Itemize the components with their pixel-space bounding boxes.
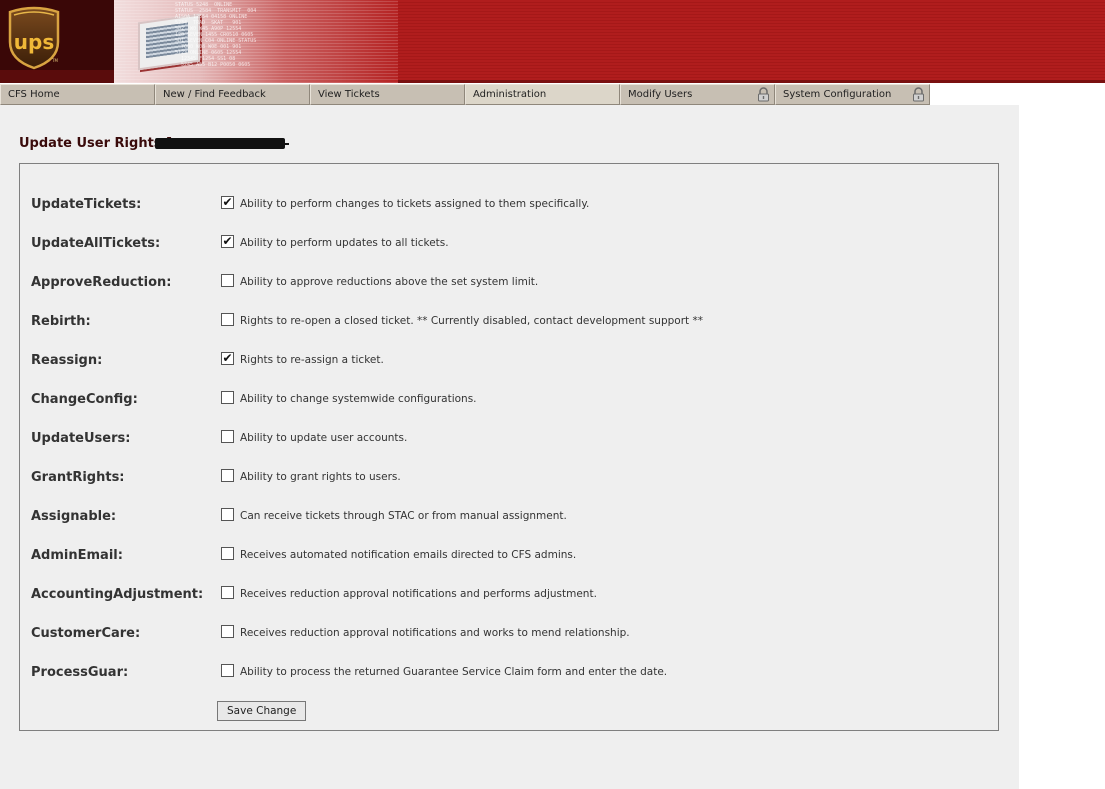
right-label: ProcessGuar: [31, 665, 129, 680]
logo-strip [0, 70, 114, 83]
right-description: Rights to re-open a closed ticket. ** Cu… [240, 315, 703, 327]
right-label: ApproveReduction: [31, 275, 172, 290]
right-label: UpdateAllTickets: [31, 236, 161, 251]
right-row-grant-rights: GrantRights: Ability to grant rights to … [20, 469, 998, 492]
tab-label: New / Find Feedback [163, 89, 266, 100]
right-checkbox[interactable]: ✔ [221, 352, 234, 365]
right-checkbox[interactable] [221, 547, 234, 560]
right-row-approve-reduction: ApproveReduction: Ability to approve red… [20, 274, 998, 297]
ups-logo-area: ups TM [0, 0, 114, 83]
right-row-rebirth: Rebirth: Rights to re-open a closed tick… [20, 313, 998, 336]
tab-label: Modify Users [628, 89, 693, 100]
tab-system-configuration[interactable]: System Configuration [775, 84, 930, 105]
right-checkbox[interactable] [221, 430, 234, 443]
right-row-customer-care: CustomerCare: Receives reduction approva… [20, 625, 998, 648]
lock-icon [913, 87, 924, 102]
right-checkbox[interactable] [221, 586, 234, 599]
tab-label: System Configuration [783, 89, 892, 100]
right-label: AccountingAdjustment: [31, 587, 204, 602]
right-row-update-users: UpdateUsers: Ability to update user acco… [20, 430, 998, 453]
right-description: Rights to re-assign a ticket. [240, 354, 384, 366]
tab-cfs-home[interactable]: CFS Home [0, 84, 155, 105]
save-change-button[interactable]: Save Change [217, 701, 307, 721]
right-description: Ability to approve reductions above the … [240, 276, 539, 288]
site-header: ups TM STATUS 5248 ONLINE STATUS 2584 TR… [0, 0, 1105, 83]
tab-modify-users[interactable]: Modify Users [620, 84, 775, 105]
svg-text:TM: TM [51, 58, 58, 63]
header-divider [398, 80, 1105, 83]
right-description: Receives automated notification emails d… [240, 549, 577, 561]
right-description: Ability to perform changes to tickets as… [240, 198, 590, 210]
tab-label: CFS Home [8, 89, 60, 100]
right-row-reassign: Reassign: ✔ Rights to re-assign a ticket… [20, 352, 998, 375]
right-row-admin-email: AdminEmail: Receives automated notificat… [20, 547, 998, 570]
banner-data-text: STATUS 5248 ONLINE STATUS 2584 TRANSMIT … [175, 2, 257, 68]
right-checkbox[interactable]: ✔ [221, 235, 234, 248]
tab-view-tickets[interactable]: View Tickets [310, 84, 465, 105]
right-row-update-tickets: UpdateTickets: ✔ Ability to perform chan… [20, 196, 998, 219]
right-row-process-guar: ProcessGuar: Ability to process the retu… [20, 664, 998, 687]
tab-administration[interactable]: Administration [465, 84, 620, 105]
tab-label: View Tickets [318, 89, 380, 100]
redacted-username [155, 138, 289, 149]
right-description: Receives reduction approval notification… [240, 588, 597, 600]
right-label: UpdateTickets: [31, 197, 142, 212]
right-row-assignable: Assignable: Can receive tickets through … [20, 508, 998, 531]
user-rights-form: UpdateTickets: ✔ Ability to perform chan… [19, 163, 999, 731]
right-checkbox[interactable] [221, 313, 234, 326]
right-label: UpdateUsers: [31, 431, 131, 446]
right-description: Ability to update user accounts. [240, 432, 408, 444]
right-description: Ability to grant rights to users. [240, 471, 401, 483]
main-panel: Update User Rights [ UpdateTickets: ✔ Ab… [0, 105, 1019, 789]
right-description: Ability to change systemwide configurati… [240, 393, 477, 405]
right-checkbox[interactable] [221, 469, 234, 482]
right-checkbox[interactable] [221, 625, 234, 638]
tab-new-find-feedback[interactable]: New / Find Feedback [155, 84, 310, 105]
lock-icon [758, 87, 769, 102]
right-row-update-all-tickets: UpdateAllTickets: ✔ Ability to perform u… [20, 235, 998, 258]
right-label: Rebirth: [31, 314, 91, 329]
page-title: Update User Rights [ [19, 136, 172, 151]
tab-label: Administration [473, 89, 547, 100]
right-label: Assignable: [31, 509, 117, 524]
svg-text:ups: ups [14, 30, 54, 54]
right-checkbox[interactable] [221, 391, 234, 404]
right-checkbox[interactable] [221, 508, 234, 521]
right-label: Reassign: [31, 353, 103, 368]
main-nav: CFS Home New / Find Feedback View Ticket… [0, 84, 930, 105]
right-checkbox[interactable] [221, 274, 234, 287]
right-label: ChangeConfig: [31, 392, 138, 407]
right-checkbox[interactable]: ✔ [221, 196, 234, 209]
right-label: CustomerCare: [31, 626, 141, 641]
right-row-change-config: ChangeConfig: Ability to change systemwi… [20, 391, 998, 414]
right-label: AdminEmail: [31, 548, 123, 563]
right-description: Receives reduction approval notification… [240, 627, 630, 639]
right-checkbox[interactable] [221, 664, 234, 677]
right-label: GrantRights: [31, 470, 125, 485]
right-description: Ability to process the returned Guarante… [240, 666, 668, 678]
right-description: Ability to perform updates to all ticket… [240, 237, 449, 249]
right-row-accounting-adjustment: AccountingAdjustment: Receives reduction… [20, 586, 998, 609]
right-description: Can receive tickets through STAC or from… [240, 510, 567, 522]
